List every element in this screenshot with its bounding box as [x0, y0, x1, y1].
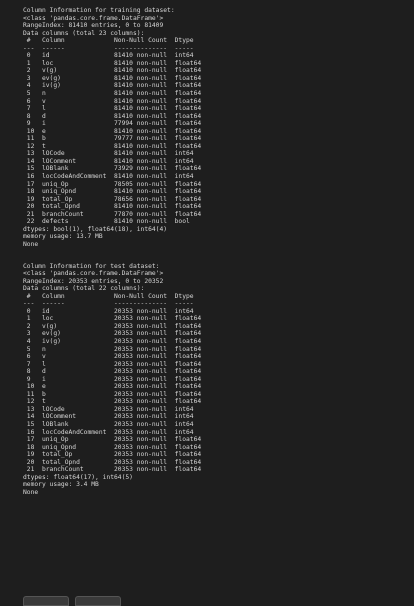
- output-line: # Column Non-Null Count Dtype: [23, 37, 202, 45]
- output-line: 10 e 20353 non-null float64: [23, 383, 202, 391]
- output-line: 0 id 20353 non-null int64: [23, 307, 202, 315]
- output-line: memory usage: 13.7 MB: [23, 233, 103, 241]
- train-info-block: Column Information for training dataset:…: [23, 7, 201, 249]
- output-line: RangeIndex: 81410 entries, 0 to 81409: [23, 22, 164, 30]
- output-line: None: [23, 240, 39, 248]
- bottom-toolbar: [23, 596, 121, 606]
- toolbar-button[interactable]: [75, 596, 121, 606]
- cell-output: Column Information for training dataset:…: [23, 7, 201, 496]
- output-line: 13 lOCode 81410 non-null int64: [23, 150, 202, 158]
- output-line: <class 'pandas.core.frame.DataFrame'>: [23, 14, 164, 22]
- output-line: 6 v 81410 non-null float64: [23, 97, 202, 105]
- output-line: 2 v(g) 20353 non-null float64: [23, 322, 202, 330]
- output-line: 7 l 20353 non-null float64: [23, 360, 202, 368]
- output-line: 9 i 77994 non-null float64: [23, 120, 202, 128]
- output-line: 17 uniq_Op 78505 non-null float64: [23, 180, 202, 188]
- output-line: 4 iv(g) 81410 non-null float64: [23, 82, 202, 90]
- output-line: 19 total_Op 78656 non-null float64: [23, 195, 202, 203]
- output-line: 3 ev(g) 81410 non-null float64: [23, 74, 202, 82]
- output-line: 8 d 81410 non-null float64: [23, 112, 202, 120]
- output-line: Data columns (total 23 columns):: [23, 29, 145, 37]
- output-line: 19 total_Op 20353 non-null float64: [23, 451, 202, 459]
- output-line: 7 l 81410 non-null float64: [23, 105, 202, 113]
- output-line: 15 lOBlank 73929 non-null float64: [23, 165, 202, 173]
- output-line: dtypes: bool(1), float64(18), int64(4): [23, 225, 168, 233]
- output-line: 12 t 20353 non-null float64: [23, 398, 202, 406]
- output-line: 12 t 81410 non-null float64: [23, 142, 202, 150]
- output-line: 20 total_Opnd 20353 non-null float64: [23, 458, 202, 466]
- block-separator: [23, 249, 201, 263]
- output-line: 15 lOBlank 20353 non-null int64: [23, 420, 202, 428]
- output-line: <class 'pandas.core.frame.DataFrame'>: [23, 270, 164, 278]
- output-line: 1 loc 20353 non-null float64: [23, 315, 202, 323]
- output-line: --- ------ -------------- -----: [23, 44, 202, 52]
- output-line: 21 branchCount 77870 non-null float64: [23, 210, 202, 218]
- output-line: RangeIndex: 20353 entries, 0 to 20352: [23, 277, 164, 285]
- output-line: 14 lOComment 81410 non-null int64: [23, 157, 202, 165]
- output-line: 11 b 79777 non-null float64: [23, 135, 202, 143]
- output-line: 9 i 20353 non-null float64: [23, 375, 202, 383]
- output-line: 2 v(g) 81410 non-null float64: [23, 67, 202, 75]
- output-line: 17 uniq_Op 20353 non-null float64: [23, 436, 202, 444]
- output-line: 13 lOCode 20353 non-null int64: [23, 405, 202, 413]
- output-line: 6 v 20353 non-null float64: [23, 353, 202, 361]
- toolbar-button[interactable]: [23, 596, 69, 606]
- output-line: 20 total_Opnd 81410 non-null float64: [23, 203, 202, 211]
- output-line: 5 n 81410 non-null float64: [23, 90, 202, 98]
- output-line: 11 b 20353 non-null float64: [23, 390, 202, 398]
- output-line: 21 branchCount 20353 non-null float64: [23, 466, 202, 474]
- output-line: # Column Non-Null Count Dtype: [23, 292, 202, 300]
- output-line: 16 locCodeAndComment 81410 non-null int6…: [23, 173, 202, 181]
- output-line: Data columns (total 22 columns):: [23, 285, 145, 293]
- output-line: 16 locCodeAndComment 20353 non-null int6…: [23, 428, 202, 436]
- output-line: None: [23, 488, 39, 496]
- output-line: 8 d 20353 non-null float64: [23, 368, 202, 376]
- output-line: 22 defects 81410 non-null bool: [23, 218, 202, 226]
- output-line: --- ------ -------------- -----: [23, 300, 202, 308]
- output-line: 0 id 81410 non-null int64: [23, 52, 202, 60]
- output-line: 10 e 81410 non-null float64: [23, 127, 202, 135]
- output-line: Column Information for training dataset:: [23, 7, 175, 14]
- output-line: 3 ev(g) 20353 non-null float64: [23, 330, 202, 338]
- test-info-block: Column Information for test dataset: <cla…: [23, 263, 201, 497]
- output-line: 1 loc 81410 non-null float64: [23, 59, 202, 67]
- output-line: Column Information for test dataset:: [23, 262, 160, 270]
- output-line: 4 iv(g) 20353 non-null float64: [23, 337, 202, 345]
- output-line: 5 n 20353 non-null float64: [23, 345, 202, 353]
- output-line: dtypes: float64(17), int64(5): [23, 473, 133, 481]
- output-line: memory usage: 3.4 MB: [23, 481, 99, 489]
- output-line: 14 lOComment 20353 non-null int64: [23, 413, 202, 421]
- output-line: 18 uniq_Opnd 20353 non-null float64: [23, 443, 202, 451]
- output-line: 18 uniq_Opnd 81410 non-null float64: [23, 188, 202, 196]
